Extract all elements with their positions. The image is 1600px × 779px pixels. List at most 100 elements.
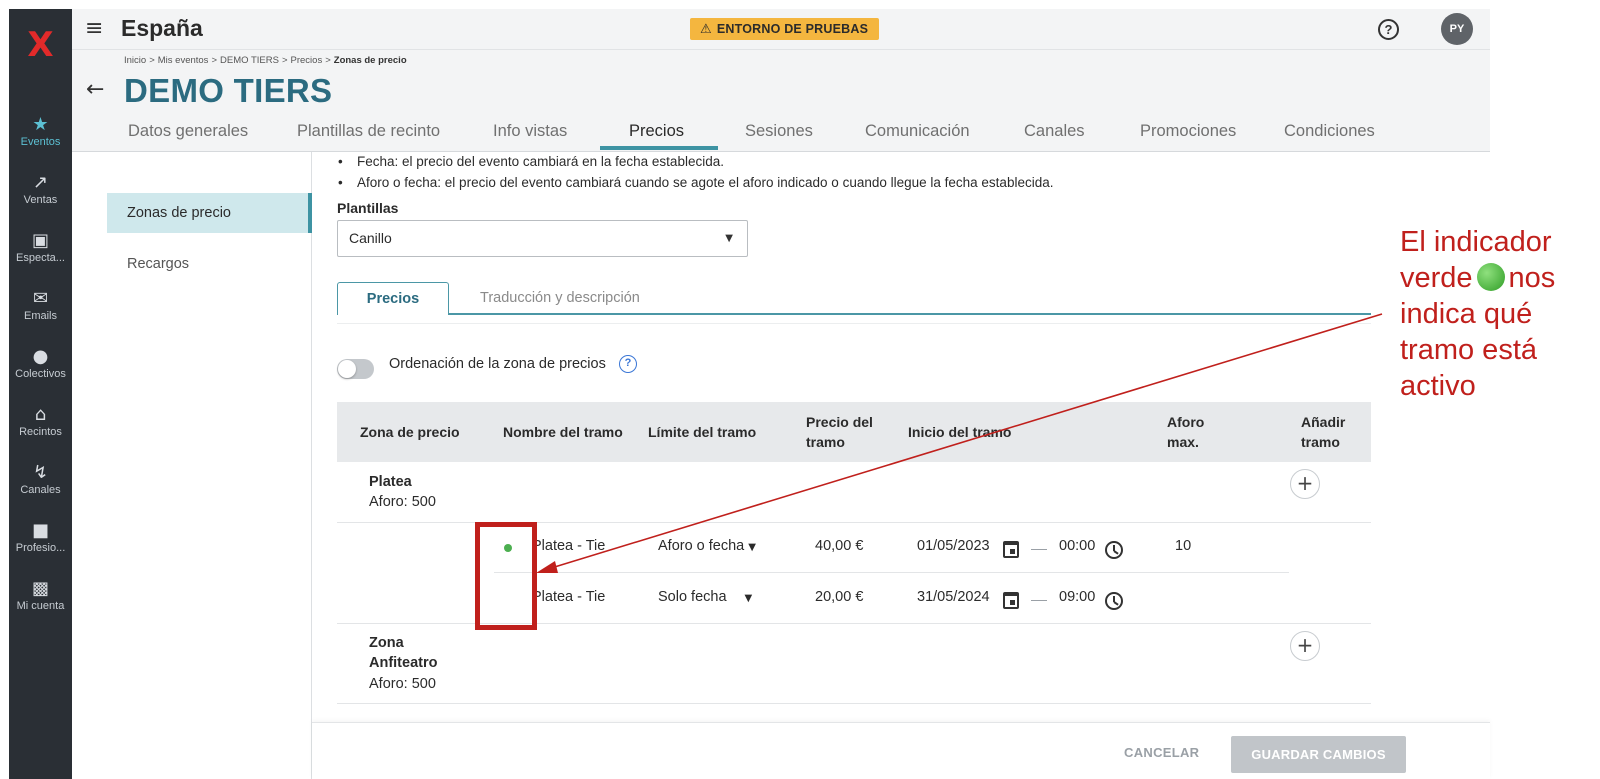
venue-icon: ⌂ — [34, 404, 47, 425]
help-circle-icon[interactable]: ? — [619, 355, 637, 373]
breadcrumb-item[interactable]: Inicio — [124, 55, 146, 66]
calendar-star-icon: ★ — [32, 114, 49, 135]
clock-icon[interactable] — [1105, 592, 1123, 610]
warning-icon: ⚠ — [700, 22, 712, 37]
tab-sesiones[interactable]: Sesiones — [745, 118, 813, 152]
nav-label: Recintos — [19, 426, 62, 438]
group-icon: ● — [32, 346, 49, 367]
main-sidebar: X ★ Eventos ↗ Ventas ▣ Especta... ✉ Emai… — [9, 9, 72, 779]
menu-icon[interactable]: ≡ — [85, 17, 103, 41]
avatar[interactable]: PY — [1441, 13, 1473, 45]
save-changes-button[interactable]: GUARDAR CAMBIOS — [1231, 736, 1406, 773]
nav-item-ventas[interactable]: ↗ Ventas — [9, 172, 72, 207]
tier-start-time[interactable]: 00:00 — [1059, 538, 1095, 554]
list-item: Fecha: el precio del evento cambiará en … — [337, 152, 1053, 173]
sort-zones-toggle[interactable] — [337, 359, 374, 379]
tier-limit-select[interactable]: Solo fecha ▼ — [658, 589, 752, 605]
nav-item-mi-cuenta[interactable]: ▩ Mi cuenta — [9, 578, 72, 613]
nav-item-canales[interactable]: ↯ Canales — [9, 462, 72, 497]
logo-icon[interactable]: X — [9, 27, 72, 63]
column-header-zona: Zona de precio — [360, 424, 460, 440]
divider — [337, 323, 1371, 324]
nav-label: Emails — [23, 310, 57, 322]
help-icon[interactable]: ? — [1378, 19, 1399, 40]
add-tier-button[interactable]: + — [1290, 469, 1320, 499]
breadcrumb-separator: > — [149, 55, 155, 66]
column-header-anadir: Añadir tramo — [1301, 414, 1346, 450]
environment-badge: ⚠ ENTORNO DE PRUEBAS — [690, 18, 880, 40]
tier-start-time[interactable]: 09:00 — [1059, 589, 1095, 605]
nav-item-colectivos[interactable]: ● Colectivos — [9, 346, 72, 381]
tier-type-explanation: Fecha: el precio del evento cambiará en … — [337, 152, 1053, 193]
tier-limit-select[interactable]: Aforo o fecha ▼ — [658, 538, 756, 554]
section-tabs: Datos generales Plantillas de recinto In… — [72, 118, 1490, 152]
clock-icon[interactable] — [1105, 541, 1123, 559]
tier-price[interactable]: 40,00 € — [815, 538, 863, 554]
trend-up-icon: ↗ — [32, 172, 49, 193]
breadcrumb-separator: > — [325, 55, 331, 66]
tab-plantillas-de-recinto[interactable]: Plantillas de recinto — [297, 118, 440, 152]
tier-start-date[interactable]: 31/05/2024 — [917, 589, 990, 605]
country-title: España — [121, 15, 203, 41]
row-divider — [494, 572, 1289, 573]
row-divider — [337, 703, 1371, 704]
nav-item-eventos[interactable]: ★ Eventos — [9, 114, 72, 149]
active-tab-indicator — [600, 146, 718, 150]
subnav-item-recargos[interactable]: Recargos — [107, 244, 312, 284]
calendar-icon[interactable] — [1003, 541, 1019, 558]
tab-comunicacion[interactable]: Comunicación — [865, 118, 970, 152]
tier-aforo-max[interactable]: 10 — [1175, 538, 1191, 554]
column-header-nombre: Nombre del tramo — [503, 424, 623, 440]
seat-icon: ▣ — [31, 230, 49, 251]
table-header: Zona de precio Nombre del tramo Límite d… — [337, 402, 1371, 462]
back-arrow-icon[interactable]: ← — [86, 78, 104, 102]
nav-label: Mi cuenta — [16, 600, 65, 612]
tier-price[interactable]: 20,00 € — [815, 589, 863, 605]
sort-zones-label: Ordenación de la zona de precios — [389, 356, 606, 372]
inner-tab-traduccion[interactable]: Traducción y descripción — [480, 290, 640, 306]
cancel-button[interactable]: CANCELAR — [1124, 745, 1199, 760]
caret-down-icon: ▼ — [748, 542, 756, 553]
breadcrumb-item[interactable]: Mis eventos — [158, 55, 209, 66]
nav-item-recintos[interactable]: ⌂ Recintos — [9, 404, 72, 439]
tier-name[interactable]: Platea - Tie — [532, 538, 605, 554]
channels-icon: ↯ — [32, 462, 49, 483]
breadcrumb-separator: > — [211, 55, 217, 66]
app-window: X ★ Eventos ↗ Ventas ▣ Especta... ✉ Emai… — [0, 0, 1600, 779]
page-title: DEMO TIERS — [124, 72, 333, 109]
inner-tabs-divider — [447, 313, 1371, 315]
tab-datos-generales[interactable]: Datos generales — [128, 118, 248, 152]
add-tier-button[interactable]: + — [1290, 631, 1320, 661]
tier-start-date[interactable]: 01/05/2023 — [917, 538, 990, 554]
zone-name: Platea — [369, 474, 412, 490]
breadcrumb-item[interactable]: DEMO TIERS — [220, 55, 279, 66]
inner-tab-precios[interactable]: Precios — [337, 282, 449, 315]
nav-item-espectadores[interactable]: ▣ Especta... — [9, 230, 72, 265]
green-dot-icon — [1476, 263, 1505, 291]
plantillas-label: Plantillas — [337, 200, 399, 216]
breadcrumb-item[interactable]: Precios — [291, 55, 323, 66]
column-header-limite: Límite del tramo — [648, 424, 757, 440]
nav-label: Canales — [20, 484, 61, 496]
calendar-icon[interactable] — [1003, 592, 1019, 609]
plantillas-select[interactable]: Canillo ▼ — [337, 220, 748, 257]
nav-label: Eventos — [20, 136, 61, 148]
tab-canales[interactable]: Canales — [1024, 118, 1085, 152]
caret-down-icon: ▼ — [744, 593, 753, 604]
nav-item-profesionales[interactable]: ■ Profesio... — [9, 520, 72, 555]
column-header-precio: Precio del tramo — [806, 414, 873, 450]
tier-limit-value: Solo fecha — [658, 589, 727, 605]
nav-item-emails[interactable]: ✉ Emails — [9, 288, 72, 323]
column-header-aforo: Aforo max. — [1167, 414, 1205, 450]
tier-name[interactable]: Platea - Tie — [532, 589, 605, 605]
tab-condiciones[interactable]: Condiciones — [1284, 118, 1375, 152]
annotation-text: El indicador verde nos indica qué tramo e… — [1400, 224, 1598, 404]
plantillas-select-value: Canillo — [349, 230, 392, 246]
account-icon: ▩ — [31, 578, 49, 599]
nav-label: Profesio... — [15, 542, 66, 554]
list-item: Aforo o fecha: el precio del evento camb… — [337, 173, 1053, 194]
tab-promociones[interactable]: Promociones — [1140, 118, 1236, 152]
subnav-item-zonas-de-precio[interactable]: Zonas de precio — [107, 193, 312, 233]
breadcrumb-current: Zonas de precio — [333, 55, 407, 66]
tab-info-vistas[interactable]: Info vistas — [493, 118, 567, 152]
